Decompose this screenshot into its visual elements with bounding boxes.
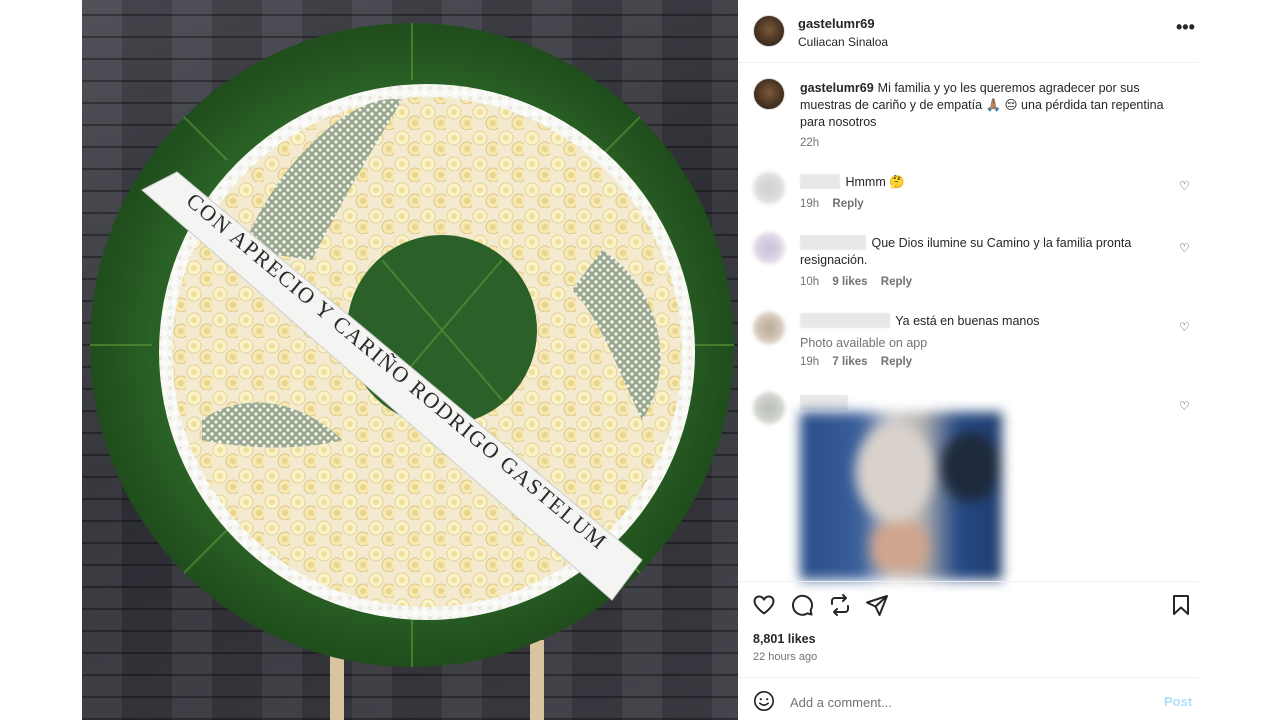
repost-icon[interactable] — [827, 592, 853, 618]
caption-time[interactable]: 22h — [800, 137, 819, 149]
heart-icon[interactable] — [751, 592, 777, 618]
caption-meta: 22h — [800, 137, 829, 149]
comment-like-icon[interactable]: ♡ — [1179, 179, 1190, 193]
send-icon[interactable] — [864, 592, 890, 618]
commenter-username[interactable] — [800, 313, 890, 328]
comment-time[interactable]: 19h — [800, 198, 819, 210]
comment-meta: 10h 9 likes Reply — [800, 276, 922, 288]
emoji-icon[interactable] — [753, 690, 775, 712]
comment-time[interactable]: 10h — [800, 276, 819, 288]
comment-meta: 19h 7 likes Reply — [800, 356, 922, 368]
comment-text: Hmmm 🤔 — [845, 175, 905, 189]
actions-divider — [738, 581, 1198, 582]
owner-avatar[interactable] — [753, 15, 785, 47]
funeral-wreath-image: CON APRECIO Y CARIÑO RODRIGO GASTELUM — [90, 23, 734, 720]
commenter-avatar[interactable] — [753, 312, 785, 344]
commenter-username[interactable] — [800, 174, 840, 189]
comment-like-icon[interactable]: ♡ — [1179, 320, 1190, 334]
comment-item: Que Dios ilumine su Camino y la familia … — [800, 235, 1160, 269]
commenter-username[interactable] — [800, 235, 866, 250]
comment-text: Ya está en buenas manos — [895, 314, 1040, 328]
commenter-avatar[interactable] — [753, 172, 785, 204]
comment-icon[interactable] — [789, 592, 815, 618]
caption-username[interactable]: gastelumr69 — [800, 81, 874, 95]
comment-like-icon[interactable]: ♡ — [1179, 241, 1190, 255]
comment-time[interactable]: 19h — [800, 356, 819, 368]
comment-meta: 19h Reply — [800, 198, 874, 210]
comment-like-icon[interactable]: ♡ — [1179, 399, 1190, 413]
post-comment-button[interactable]: Post — [1164, 694, 1192, 709]
bookmark-icon[interactable] — [1168, 592, 1194, 618]
post-caption: gastelumr69 Mi familia y yo les queremos … — [800, 80, 1170, 131]
photo-available-note: Photo available on app — [800, 336, 928, 350]
comment-photo[interactable] — [800, 412, 1002, 580]
comment-likes[interactable]: 9 likes — [832, 276, 867, 288]
reply-button[interactable]: Reply — [881, 276, 912, 288]
commenter-avatar[interactable] — [753, 232, 785, 264]
header-divider — [738, 62, 1198, 63]
comment-input[interactable] — [790, 692, 1140, 712]
caption-avatar[interactable] — [753, 78, 785, 110]
comment-item: Hmmm 🤔 — [800, 174, 1160, 191]
post-image[interactable]: CON APRECIO Y CARIÑO RODRIGO GASTELUM — [82, 0, 738, 720]
post-location[interactable]: Culiacan Sinaloa — [798, 35, 888, 49]
comment-likes[interactable]: 7 likes — [832, 356, 867, 368]
comment-item: Ya está en buenas manos — [800, 313, 1160, 330]
composer-divider — [738, 677, 1198, 678]
post-details-panel: gastelumr69 Culiacan Sinaloa ••• gastelu… — [738, 0, 1198, 720]
more-options-icon[interactable]: ••• — [1176, 17, 1195, 38]
commenter-avatar[interactable] — [753, 392, 785, 424]
reply-button[interactable]: Reply — [832, 198, 863, 210]
owner-username[interactable]: gastelumr69 — [798, 16, 875, 31]
likes-count[interactable]: 8,801 likes — [753, 632, 816, 646]
post-time[interactable]: 22 hours ago — [753, 651, 817, 663]
reply-button[interactable]: Reply — [881, 356, 912, 368]
commenter-username[interactable] — [800, 395, 848, 410]
